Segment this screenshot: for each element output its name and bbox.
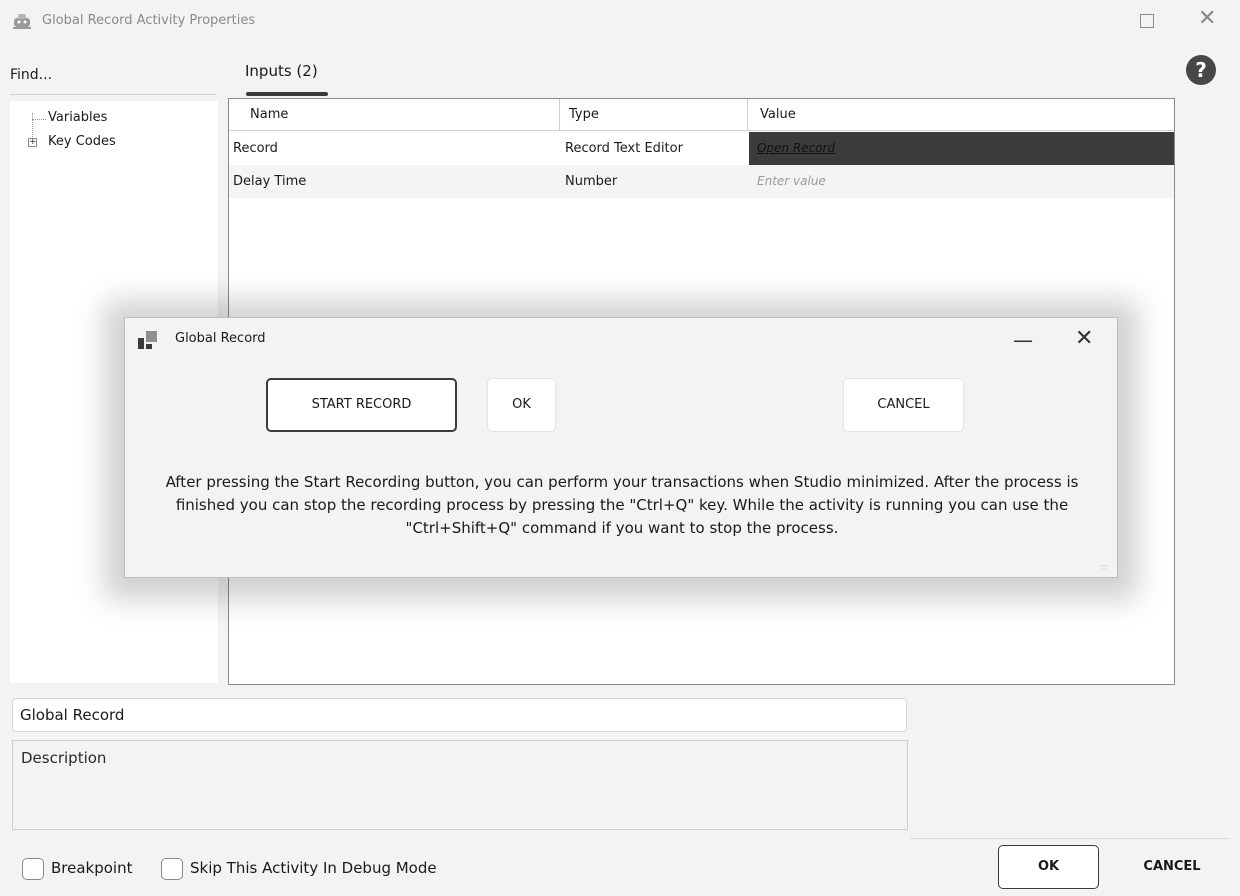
open-record-link[interactable]: Open Record xyxy=(749,132,1174,165)
dialog-close-icon[interactable]: ✕ xyxy=(1075,326,1093,351)
help-icon[interactable]: ? xyxy=(1186,55,1216,85)
dialog-ok-button[interactable]: OK xyxy=(487,378,556,432)
breakpoint-checkbox[interactable] xyxy=(22,858,44,880)
footer-divider xyxy=(910,838,1230,839)
minimize-icon[interactable]: — xyxy=(1013,328,1033,352)
start-record-button[interactable]: START RECORD xyxy=(266,378,457,432)
tree-item-variables[interactable]: Variables xyxy=(48,110,107,125)
expand-icon[interactable]: + xyxy=(28,138,37,147)
activity-name-field[interactable] xyxy=(12,698,907,732)
dialog-title: Global Record xyxy=(175,331,266,346)
table-row[interactable]: Record Record Text Editor Open Record xyxy=(229,132,1174,165)
tree-connector xyxy=(32,119,46,120)
column-divider xyxy=(559,99,560,131)
column-header-type[interactable]: Type xyxy=(563,99,599,131)
grid-header: Name Type Value xyxy=(229,99,1174,131)
skip-debug-checkbox[interactable] xyxy=(161,858,183,880)
window-title: Global Record Activity Properties xyxy=(42,13,256,28)
cell-name: Record xyxy=(233,141,278,156)
column-divider xyxy=(747,99,748,131)
tab-active-indicator xyxy=(246,92,328,96)
breakpoint-label: Breakpoint xyxy=(51,859,133,877)
cell-name: Delay Time xyxy=(233,174,307,189)
column-header-value[interactable]: Value xyxy=(754,99,796,131)
resize-grip-icon[interactable]: :: xyxy=(1101,564,1111,573)
dialog-message: After pressing the Start Recording butto… xyxy=(165,473,1079,537)
cell-type: Number xyxy=(565,174,618,189)
global-record-dialog: Global Record — ✕ START RECORD OK CANCEL… xyxy=(124,317,1118,578)
maximize-icon[interactable] xyxy=(1140,14,1154,28)
robot-icon xyxy=(13,14,31,29)
tab-inputs[interactable]: Inputs (2) xyxy=(245,62,318,80)
table-row[interactable]: Delay Time Number Enter value xyxy=(229,165,1174,198)
description-field[interactable] xyxy=(12,740,908,830)
find-input[interactable]: Find... xyxy=(10,67,52,83)
find-divider xyxy=(10,94,216,95)
skip-debug-label: Skip This Activity In Debug Mode xyxy=(190,859,437,877)
cancel-button[interactable]: CANCEL xyxy=(1122,845,1222,889)
dialog-cancel-button[interactable]: CANCEL xyxy=(843,378,964,432)
close-icon[interactable]: ✕ xyxy=(1198,8,1216,30)
cell-type: Record Text Editor xyxy=(565,141,683,156)
app-logo-icon xyxy=(138,331,157,349)
ok-button[interactable]: OK xyxy=(998,845,1099,889)
title-bar: Global Record Activity Properties ✕ xyxy=(0,0,1240,44)
tree-item-key-codes[interactable]: Key Codes xyxy=(48,134,116,149)
column-header-name[interactable]: Name xyxy=(244,99,288,131)
delay-time-input[interactable]: Enter value xyxy=(749,165,1174,198)
